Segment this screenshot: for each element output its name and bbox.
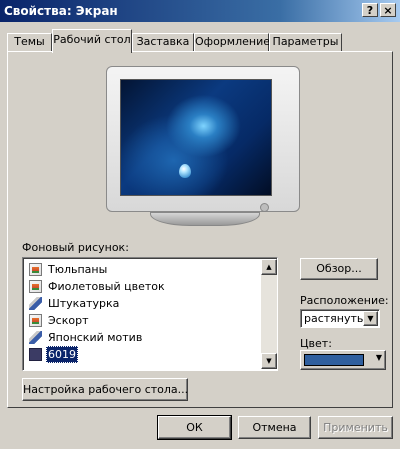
tab-label: Темы [14,35,45,48]
apply-button[interactable]: Применить [318,416,393,439]
list-item-label: Эскорт [48,314,89,327]
background-listbox[interactable]: Тюльпаны Фиолетовый цветок Штукатурка Эс… [22,257,278,371]
list-item-label: Японский мотив [48,331,143,344]
bitmap-file-icon [29,348,42,361]
color-label: Цвет: [300,337,332,350]
scroll-down-arrow-icon[interactable]: ▼ [261,353,277,369]
ok-button[interactable]: ОК [157,415,232,440]
color-swatch [304,354,364,366]
tab-themes[interactable]: Темы [7,33,52,51]
tab-label: Рабочий стол [53,33,131,46]
cancel-button[interactable]: Отмена [238,416,311,439]
browse-button[interactable]: Обзор... [300,258,378,280]
color-picker-button[interactable]: ▼ [300,350,386,370]
title-bar: Свойства: Экран ? × [0,0,400,22]
chevron-down-icon[interactable]: ▼ [363,311,378,326]
tab-settings[interactable]: Параметры [269,33,342,51]
position-label: Расположение: [300,294,389,307]
tab-screensaver[interactable]: Заставка [132,33,194,51]
close-button[interactable]: × [380,3,396,17]
list-item-label: Штукатурка [48,297,120,310]
background-label: Фоновый рисунок: [22,241,129,254]
position-value: растянуть [304,312,364,325]
list-item-label: Фиолетовый цветок [48,280,165,293]
texture-brush-icon [29,331,42,344]
list-item-label: Тюльпаны [48,263,108,276]
help-button[interactable]: ? [362,3,378,17]
tab-desktop[interactable]: Рабочий стол [52,29,132,53]
customize-desktop-button[interactable]: Настройка рабочего стола... [22,378,188,401]
list-item-label: 6019 [46,346,78,363]
tab-appearance[interactable]: Оформление [194,33,270,51]
scroll-up-arrow-icon[interactable]: ▲ [261,259,277,275]
tab-label: Заставка [136,35,190,48]
image-file-icon [29,314,42,327]
image-file-icon [29,263,42,276]
tab-label: Параметры [272,35,339,48]
texture-brush-icon [29,297,42,310]
image-file-icon [29,280,42,293]
listbox-scrollbar[interactable]: ▲ ▼ [261,259,277,369]
position-dropdown[interactable]: растянуть ▼ [300,309,380,328]
tab-label: Оформление [195,35,270,48]
chevron-down-icon: ▼ [375,353,382,362]
window-title: Свойства: Экран [4,4,118,18]
